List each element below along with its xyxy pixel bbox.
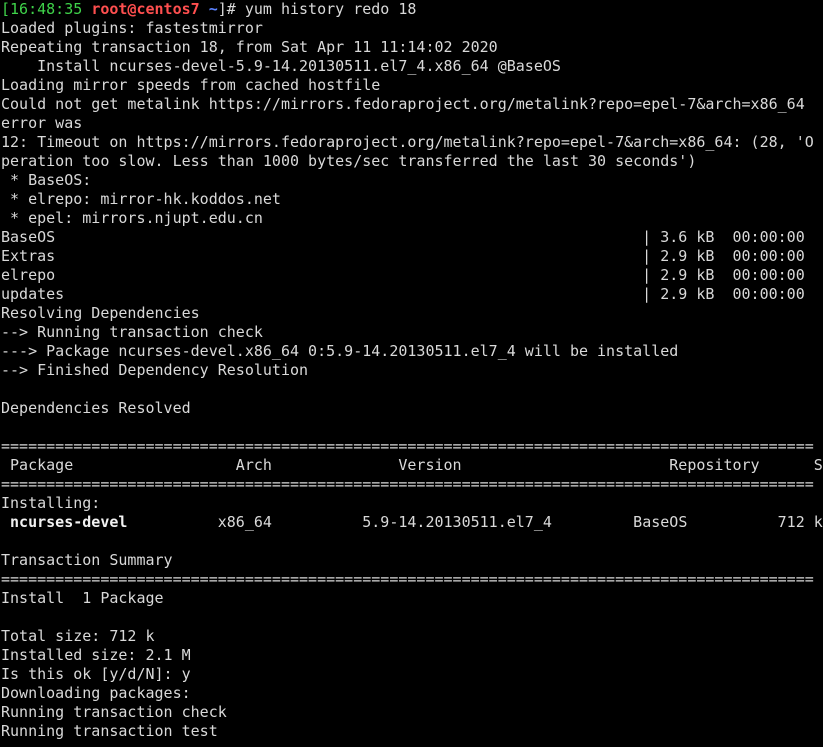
output-line: Package Arch Version Repository Size xyxy=(1,456,823,474)
output-line: Transaction Summary xyxy=(1,551,173,569)
output-line: 12: Timeout on https://mirrors.fedorapro… xyxy=(1,133,814,151)
output-line: Install ncurses-devel-5.9-14.20130511.el… xyxy=(1,57,561,75)
output-line: Repeating transaction 18, from Sat Apr 1… xyxy=(1,38,498,56)
output-line: ========================================… xyxy=(1,475,814,493)
install-package-name: ncurses-devel xyxy=(1,513,128,531)
prompt-line: [16:48:35 root@centos7 ~]# yum history r… xyxy=(1,0,823,19)
terminal-window[interactable]: [16:48:35 root@centos7 ~]# yum history r… xyxy=(0,0,823,747)
prompt-path: ~ xyxy=(208,0,218,18)
output-line: ---> Package ncurses-devel.x86_64 0:5.9-… xyxy=(1,342,679,360)
output-line: Total size: 712 k xyxy=(1,627,155,645)
output-line: --> Finished Dependency Resolution xyxy=(1,361,309,379)
output-line: Running transaction check xyxy=(1,703,227,721)
output-line: * BaseOS: xyxy=(1,171,92,189)
output-line: Loading mirror speeds from cached hostfi… xyxy=(1,76,381,94)
prompt-user-host: root@centos7 xyxy=(91,0,200,18)
output-line: Extras | 2.9 kB 00:00:00 xyxy=(1,247,805,265)
output-line: error was xyxy=(1,114,83,132)
output-line: * epel: mirrors.njupt.edu.cn xyxy=(1,209,263,227)
output-line: Could not get metalink https://mirrors.f… xyxy=(1,95,805,113)
output-line: Loaded plugins: fastestmirror xyxy=(1,19,263,37)
prompt-time: [16:48:35 xyxy=(1,0,83,18)
output-line: Installed size: 2.1 M xyxy=(1,646,191,664)
output-block-summary: Transaction Summary =====================… xyxy=(1,532,823,741)
output-block: Loaded plugins: fastestmirror Repeating t… xyxy=(1,19,823,513)
output-line: Downloading packages: xyxy=(1,684,191,702)
output-line: Installing: xyxy=(1,494,101,512)
output-line: elrepo | 2.9 kB 00:00:00 xyxy=(1,266,805,284)
output-line: Running transaction test xyxy=(1,722,218,740)
output-line: Dependencies Resolved xyxy=(1,399,191,417)
output-line: * elrepo: mirror-hk.koddos.net xyxy=(1,190,281,208)
prompt-command: yum history redo 18 xyxy=(244,0,417,18)
output-line: peration too slow. Less than 1000 bytes/… xyxy=(1,152,697,170)
output-line: --> Running transaction check xyxy=(1,323,263,341)
output-line: ========================================… xyxy=(1,570,814,588)
install-row-details: x86_64 5.9-14.20130511.el7_4 BaseOS 712 … xyxy=(127,513,823,531)
output-line: updates | 2.9 kB 00:00:00 xyxy=(1,285,805,303)
output-line: Resolving Dependencies xyxy=(1,304,200,322)
output-line: Install 1 Package xyxy=(1,589,164,607)
prompt-suffix: ]# xyxy=(217,0,245,18)
output-line: Is this ok [y/d/N]: y xyxy=(1,665,191,683)
output-line: BaseOS | 3.6 kB 00:00:00 xyxy=(1,228,805,246)
output-line: ========================================… xyxy=(1,437,814,455)
install-row: ncurses-devel x86_64 5.9-14.20130511.el7… xyxy=(1,513,823,532)
